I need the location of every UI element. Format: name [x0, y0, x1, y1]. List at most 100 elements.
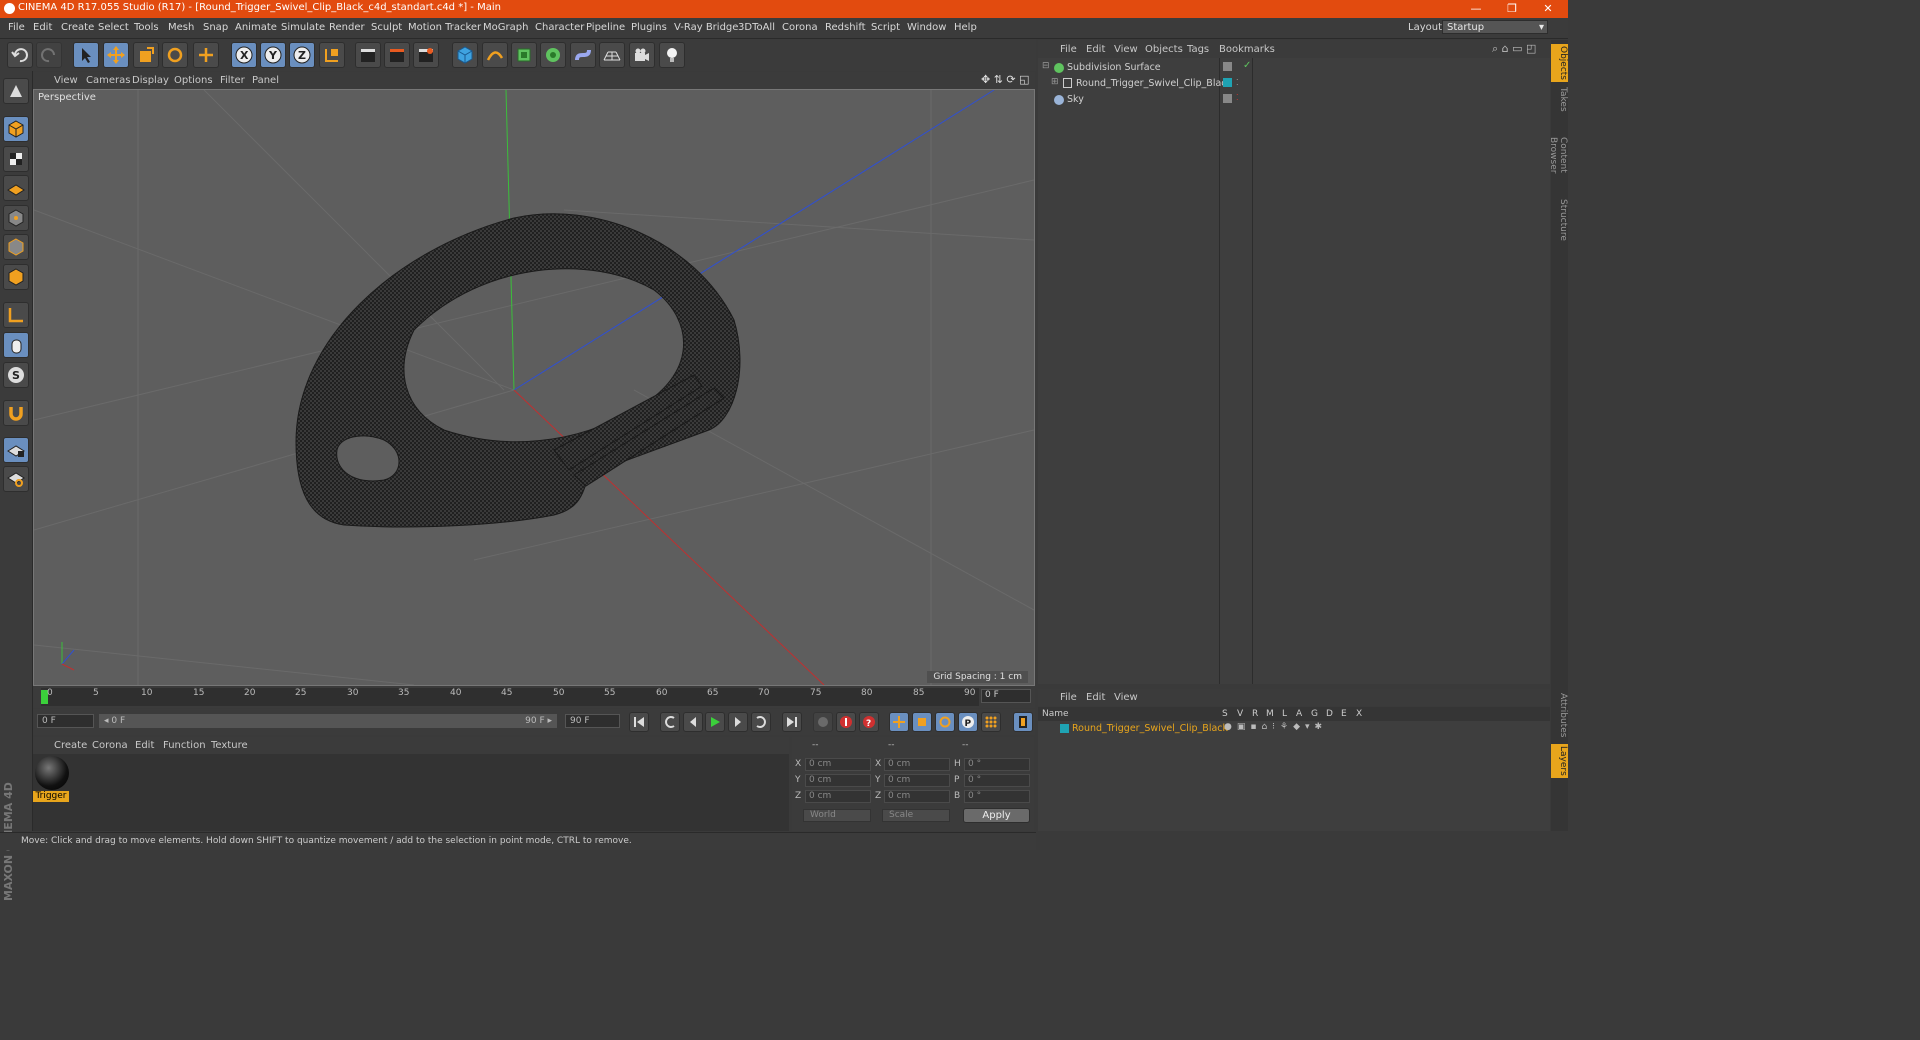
play-button[interactable]	[705, 712, 725, 732]
key-pla-button[interactable]	[981, 712, 1001, 732]
add-camera-button[interactable]	[629, 42, 655, 68]
coord-rot-p-field[interactable]: 0 °	[964, 774, 1030, 787]
expand-icon[interactable]: ⊞	[1051, 77, 1059, 87]
menu-edit[interactable]: Edit	[33, 22, 52, 33]
coord-pos-x-field[interactable]: 0 cm	[805, 758, 871, 771]
menu-file[interactable]: File	[8, 22, 25, 33]
layer-menu-file[interactable]: File	[1060, 692, 1077, 703]
go-to-start-button[interactable]	[629, 712, 649, 732]
make-editable-button[interactable]	[3, 78, 29, 104]
add-environment-button[interactable]	[599, 42, 625, 68]
key-position-button[interactable]	[889, 712, 909, 732]
restore-button[interactable]: ❐	[1494, 0, 1530, 18]
object-menu-bookmarks[interactable]: Bookmarks	[1219, 44, 1275, 55]
polygons-mode-button[interactable]	[3, 264, 29, 290]
axis-mode-button[interactable]	[3, 302, 29, 328]
menu-redshift[interactable]: Redshift	[825, 22, 866, 33]
timeline-window-button[interactable]	[1013, 712, 1033, 732]
layer-row[interactable]: Round_Trigger_Swivel_Clip_Black ●▣▪⌂⁝⚘◆▾…	[1038, 721, 1550, 737]
menu-tools[interactable]: Tools	[134, 22, 159, 33]
add-mograph-button[interactable]	[540, 42, 566, 68]
menu-snap[interactable]: Snap	[203, 22, 228, 33]
menu-simulate[interactable]: Simulate	[281, 22, 325, 33]
add-cube-button[interactable]	[452, 42, 478, 68]
key-rotation-button[interactable]	[935, 712, 955, 732]
check-icon[interactable]: ✓	[1243, 60, 1251, 71]
texture-mode-button[interactable]	[3, 146, 29, 172]
render-settings-button[interactable]	[413, 42, 439, 68]
coord-size-y-field[interactable]: 0 cm	[884, 774, 950, 787]
points-mode-button[interactable]	[3, 205, 29, 231]
viewport-nav-icons[interactable]: ✥ ⇅ ⟳ ◱	[981, 73, 1030, 86]
previous-frame-button[interactable]	[683, 712, 703, 732]
edges-mode-button[interactable]	[3, 234, 29, 260]
viewport-menu-display[interactable]: Display	[132, 75, 169, 86]
size-mode-dropdown[interactable]: Scale	[882, 809, 950, 822]
solo-button[interactable]: S	[3, 362, 29, 388]
autokeying-button[interactable]: ?	[859, 712, 879, 732]
material-menu-corona[interactable]: Corona	[92, 740, 128, 751]
y-axis-button[interactable]: Y	[260, 42, 286, 68]
object-row[interactable]: ⊟ Subdivision Surface ✓	[1038, 60, 1550, 76]
tweak-mode-button[interactable]	[3, 332, 29, 358]
locked-workplane-button[interactable]	[3, 437, 29, 463]
transform-tool-button[interactable]	[193, 42, 219, 68]
render-view-button[interactable]	[355, 42, 381, 68]
go-to-end-button[interactable]	[782, 712, 802, 732]
add-spline-button[interactable]	[482, 42, 508, 68]
menu-plugins[interactable]: Plugins	[631, 22, 667, 33]
snap-button[interactable]	[3, 400, 29, 426]
menu-corona[interactable]: Corona	[782, 22, 818, 33]
layer-menu-view[interactable]: View	[1114, 692, 1138, 703]
perspective-viewport[interactable]: Perspective Grid Spacing : 1 cm	[33, 89, 1035, 686]
tab-attributes[interactable]: Attributes	[1551, 690, 1568, 740]
object-manager-search-icon[interactable]: ⌕ ⌂ ▭ ◰	[1492, 42, 1536, 56]
add-generator-button[interactable]	[511, 42, 537, 68]
previous-key-button[interactable]	[660, 712, 680, 732]
coord-size-z-field[interactable]: 0 cm	[884, 790, 950, 803]
coord-size-x-field[interactable]: 0 cm	[884, 758, 950, 771]
workplane-mode-button[interactable]	[3, 175, 29, 201]
layer-toggle-icons[interactable]: ●▣▪⌂⁝⚘◆▾✱	[1224, 722, 1327, 732]
visibility-dots-icon[interactable]: ⁚	[1236, 78, 1239, 87]
add-light-button[interactable]	[659, 42, 685, 68]
collapse-icon[interactable]: ⊟	[1042, 61, 1050, 71]
z-axis-button[interactable]: Z	[289, 42, 315, 68]
viewport-menu-filter[interactable]: Filter	[220, 75, 245, 86]
material-menu-edit[interactable]: Edit	[135, 740, 154, 751]
coord-pos-z-field[interactable]: 0 cm	[805, 790, 871, 803]
material-menu-function[interactable]: Function	[163, 740, 206, 751]
start-frame-field[interactable]: 0 F	[37, 714, 94, 728]
object-menu-view[interactable]: View	[1114, 44, 1138, 55]
move-tool-button[interactable]	[103, 42, 129, 68]
object-menu-edit[interactable]: Edit	[1086, 44, 1105, 55]
viewport-menu-options[interactable]: Options	[174, 75, 213, 86]
menu-help[interactable]: Help	[954, 22, 977, 33]
model-mode-button[interactable]	[3, 116, 29, 142]
coordinate-mode-dropdown[interactable]: World	[803, 809, 871, 822]
tab-objects[interactable]: Objects	[1551, 44, 1568, 82]
tab-takes[interactable]: Takes	[1551, 86, 1568, 112]
object-menu-tags[interactable]: Tags	[1187, 44, 1209, 55]
object-row[interactable]: ⊞ Round_Trigger_Swivel_Clip_Black ⁚	[1038, 76, 1550, 92]
menu-window[interactable]: Window	[907, 22, 946, 33]
menu-mesh[interactable]: Mesh	[168, 22, 194, 33]
render-to-picture-viewer-button[interactable]	[384, 42, 410, 68]
menu-select[interactable]: Select	[98, 22, 129, 33]
object-row[interactable]: Sky ⁚	[1038, 92, 1550, 108]
viewport-menu-panel[interactable]: Panel	[252, 75, 279, 86]
next-frame-button[interactable]	[728, 712, 748, 732]
object-menu-objects[interactable]: Objects	[1145, 44, 1183, 55]
coordinate-system-button[interactable]	[319, 42, 345, 68]
menu-character[interactable]: Character	[535, 22, 584, 33]
viewport-menu-cameras[interactable]: Cameras	[86, 75, 130, 86]
rotate-tool-button[interactable]	[162, 42, 188, 68]
menu-mograph[interactable]: MoGraph	[483, 22, 528, 33]
menu-motion-tracker[interactable]: Motion Tracker	[408, 22, 481, 33]
close-button[interactable]: ✕	[1530, 0, 1566, 18]
key-parameter-button[interactable]: P	[958, 712, 978, 732]
undo-button[interactable]	[7, 42, 33, 68]
tab-content-browser[interactable]: Content Browser	[1548, 118, 1568, 192]
visibility-dots-icon[interactable]: ⁚	[1236, 93, 1239, 102]
layout-dropdown[interactable]: Startup ▾	[1442, 20, 1548, 34]
